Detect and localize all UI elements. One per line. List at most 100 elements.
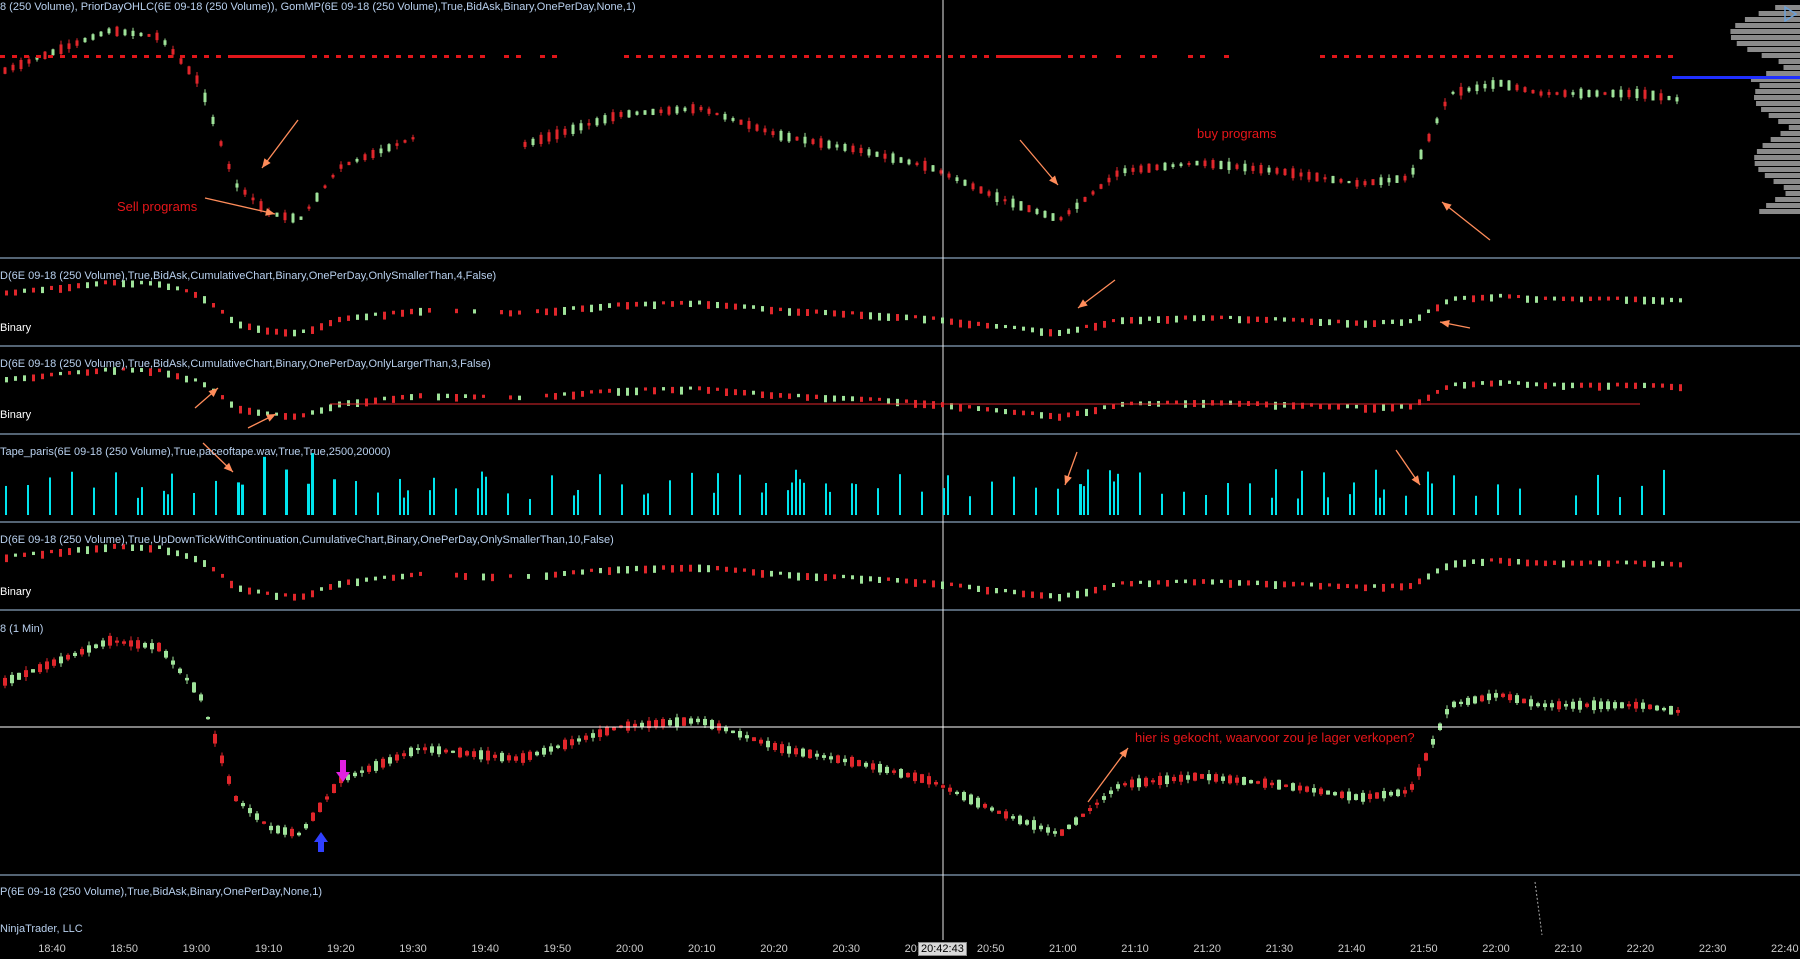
delta-large-dot [176, 373, 179, 380]
minute-bar-candle [1382, 790, 1386, 799]
volume-profile-bar [1747, 47, 1800, 52]
delta-small-dot [311, 326, 314, 334]
price-bar-candle [723, 113, 727, 120]
prior-day-level [384, 55, 389, 58]
delta-small-dot [176, 286, 179, 291]
minute-bar-candle [521, 753, 525, 763]
tape-bar [1117, 473, 1119, 515]
delta-large-dot [14, 376, 17, 381]
prior-day-level [204, 55, 209, 58]
delta-large-dot [1103, 405, 1106, 410]
prior-day-level [732, 55, 737, 58]
minute-bar-candle [808, 749, 812, 759]
prior-day-level [1632, 55, 1637, 58]
price-bar-candle [923, 160, 927, 171]
delta-small-dot [1148, 316, 1151, 321]
time-axis-tick: 20:10 [688, 943, 716, 955]
minute-bar-candle [1326, 790, 1330, 795]
tape-bar [93, 487, 95, 515]
minute-bar-candle [1375, 792, 1379, 799]
delta-small-dot [293, 329, 296, 337]
price-bar-candle [1139, 165, 1143, 173]
delta-small-dot [1211, 315, 1214, 321]
delta-small-dot [536, 309, 539, 314]
prior-day-level [1620, 55, 1625, 58]
tape-bar [991, 481, 993, 515]
delta-small-dot [707, 301, 710, 309]
minute-bar-candle [1067, 824, 1071, 829]
delta-updown-dot [1400, 583, 1403, 591]
delta-large-dot [1670, 383, 1673, 391]
prior-day-level [180, 55, 185, 58]
delta-small-dot [1670, 297, 1673, 303]
delta-small-dot [1031, 327, 1034, 333]
delta-small-dot [770, 306, 773, 315]
delta-updown-dot [149, 545, 152, 553]
minute-bar-candle [17, 672, 21, 680]
price-bar-candle [1667, 96, 1671, 101]
minute-bar-candle [59, 656, 63, 664]
delta-large-dot [1472, 381, 1475, 388]
delta-updown-dot [275, 592, 278, 600]
delta-small-dot [995, 324, 998, 329]
price-bar-candle [979, 186, 983, 194]
minute-bar-candle [1074, 817, 1078, 825]
minute-bar-candle [878, 763, 882, 773]
prior-day-level [372, 55, 377, 58]
prior-day-level [972, 55, 977, 58]
delta-updown-dot [887, 577, 890, 581]
delta-updown-dot [1220, 579, 1223, 584]
delta-large-dot [1553, 382, 1556, 387]
delta-updown-dot [176, 550, 179, 557]
minute-bar-candle [1431, 738, 1435, 745]
minute-bar-candle [1312, 788, 1316, 793]
delta-updown-dot [1202, 579, 1205, 584]
price-bar-candle [747, 121, 751, 129]
price-bar-candle [243, 189, 247, 195]
minute-bar-candle [584, 735, 588, 740]
chart-window[interactable]: 8 (250 Volume), PriorDayOHLC(6E 09-18 (2… [0, 0, 1800, 959]
delta-small-dot [950, 318, 953, 325]
minute-bar-candle [1466, 697, 1470, 705]
delta-updown-dot [86, 546, 89, 555]
tape-bar [529, 498, 531, 515]
minute-bar-candle [318, 802, 322, 813]
prior-day-level [888, 55, 893, 58]
delta-large-dot [1571, 382, 1574, 389]
delta-small-dot [1616, 296, 1619, 300]
price-bar-candle [259, 201, 263, 211]
delta-small-dot [266, 327, 269, 335]
price-bar-candle [395, 143, 399, 146]
delta-large-dot [581, 390, 584, 397]
price-bar-candle [1083, 196, 1087, 202]
delta-updown-dot [896, 578, 899, 583]
minute-bar-candle [822, 755, 826, 758]
delta-small-dot [1364, 320, 1367, 328]
delta-large-dot [59, 371, 62, 376]
prior-day-level [1512, 55, 1517, 58]
prior-day-level [552, 55, 557, 58]
delta-updown-dot [842, 574, 845, 579]
delta-updown-dot [311, 590, 314, 598]
chart-canvas[interactable] [0, 0, 1800, 959]
price-bar-candle [211, 116, 215, 125]
prior-day-level [24, 55, 29, 58]
minute-bar-candle [1627, 704, 1631, 707]
delta-large-dot [977, 406, 980, 412]
delta-small-dot [1607, 296, 1610, 301]
delta-updown-dot [1076, 590, 1079, 599]
delta-large-dot [1544, 382, 1547, 389]
delta-updown-dot [356, 578, 359, 587]
minute-bar-candle [255, 813, 259, 820]
play-corner-icon[interactable] [1783, 6, 1797, 22]
minute-bar-candle [1459, 701, 1463, 705]
price-bar-candle [123, 29, 127, 36]
delta-small-dot [473, 309, 476, 314]
delta-small-dot [1337, 319, 1340, 324]
delta-large-dot [446, 393, 449, 399]
delta-small-dot [392, 310, 395, 315]
delta-updown-dot [1337, 583, 1340, 589]
delta-small-dot [455, 308, 458, 314]
delta-updown-dot [1418, 578, 1421, 585]
minute-bar-candle [1655, 705, 1659, 711]
